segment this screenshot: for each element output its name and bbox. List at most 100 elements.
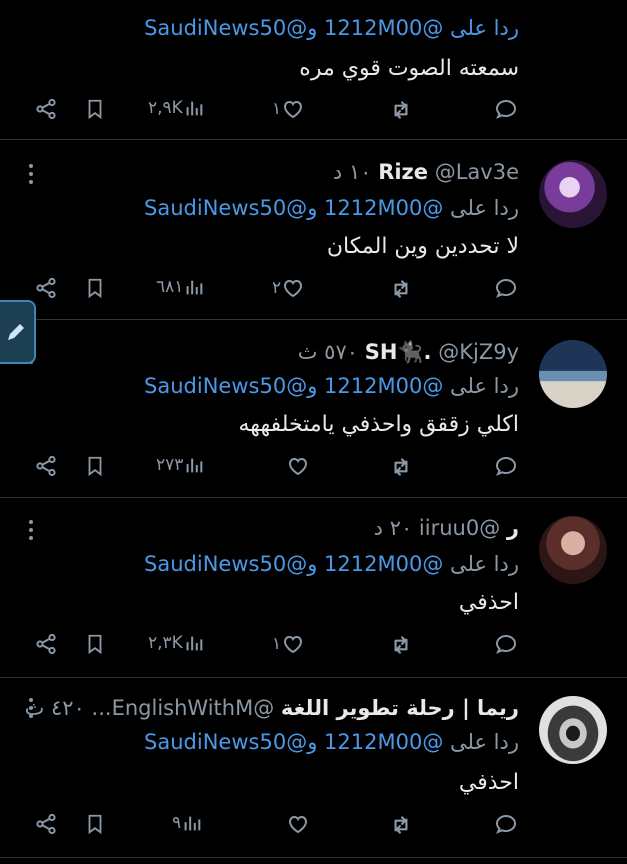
reply-prefix: ردا على — [450, 552, 519, 576]
timestamp[interactable]: ٥٧٠ ث — [298, 340, 358, 364]
share-icon — [34, 276, 58, 300]
mentions[interactable]: @1212M00 و@SaudiNews50 — [144, 374, 443, 398]
retweet-button[interactable] — [388, 812, 414, 838]
more-options-icon[interactable] — [28, 520, 34, 544]
tweet[interactable]: ريما | رحلة تطوير اللغة @EnglishWithM...… — [0, 678, 627, 858]
reply-line: ردا على @1212M00 و@SaudiNews50 — [144, 196, 519, 220]
retweet-button[interactable] — [388, 276, 414, 302]
timestamp[interactable]: ٢٠ د — [374, 516, 413, 540]
handle[interactable]: @KjZ9y — [438, 340, 519, 364]
display-name[interactable]: Rize — [378, 160, 428, 184]
tweet-header: Rize @Lav3e ١٠ د — [333, 160, 519, 184]
share-button[interactable] — [34, 632, 58, 656]
share-button[interactable] — [34, 97, 58, 121]
bookmark-button[interactable] — [84, 812, 106, 836]
heart-icon — [281, 632, 305, 656]
tweet-text: اكلي زققق واحذفي يامتخلفههه — [238, 412, 519, 437]
tweet-text: سمعته الصوت قوي مره — [299, 56, 519, 81]
mentions[interactable]: @1212M00 و@SaudiNews50 — [144, 552, 443, 576]
like-button[interactable]: ٢ — [272, 276, 305, 300]
tweet[interactable]: Rize @Lav3e ١٠ د ردا على @1212M00 و@Saud… — [0, 140, 627, 320]
reply-button[interactable] — [494, 97, 518, 121]
handle[interactable]: @EnglishWithM... — [92, 696, 275, 720]
tweet-text: احذفي — [458, 590, 519, 615]
reply-icon — [494, 812, 518, 836]
reply-button[interactable] — [494, 632, 518, 656]
retweet-icon — [388, 632, 414, 658]
avatar[interactable] — [539, 340, 607, 408]
like-button[interactable] — [286, 454, 310, 478]
share-icon — [34, 97, 58, 121]
avatar[interactable] — [539, 160, 607, 228]
mentions[interactable]: @1212M00 و@SaudiNews50 — [144, 730, 443, 754]
bookmark-icon — [84, 97, 106, 121]
tweet-text: لا تحددين وين المكان — [326, 234, 519, 259]
like-count: ٢ — [272, 278, 282, 298]
reply-button[interactable] — [494, 454, 518, 478]
share-icon — [34, 812, 58, 836]
reply-line: ردا على @1212M00 و@SaudiNews50 — [144, 552, 519, 576]
tweet[interactable]: SH🐈‍⬛. @KjZ9y ٥٧٠ ث ردا على @1212M00 و@S… — [0, 320, 627, 498]
reply-line: ردا على @1212M00 و@SaudiNews50 — [144, 730, 519, 754]
tweet[interactable]: ر @iiruu0 ٢٠ د ردا على @1212M00 و@SaudiN… — [0, 498, 627, 678]
timestamp[interactable]: ١٠ د — [333, 160, 372, 184]
heart-icon — [286, 454, 310, 478]
bookmark-icon — [84, 276, 106, 300]
like-count: ١ — [272, 634, 282, 654]
share-icon — [34, 632, 58, 656]
retweet-button[interactable] — [388, 632, 414, 658]
reply-icon — [494, 97, 518, 121]
tweet-header: ر @iiruu0 ٢٠ د — [374, 516, 519, 540]
views-count: ٢٧٣ — [156, 455, 184, 475]
tweet-top-partial[interactable]: ردا على @1212M00 و@SaudiNews50 سمعته الص… — [0, 0, 627, 140]
handle[interactable]: @iiruu0 — [419, 516, 500, 540]
reply-icon — [494, 276, 518, 300]
bookmark-button[interactable] — [84, 276, 106, 300]
bookmark-button[interactable] — [84, 454, 106, 478]
reply-button[interactable] — [494, 276, 518, 300]
more-options-icon[interactable] — [28, 164, 34, 188]
views-icon — [183, 632, 205, 654]
retweet-icon — [388, 97, 414, 123]
more-options-icon[interactable] — [28, 698, 34, 722]
retweet-icon — [388, 276, 414, 302]
floating-side-button[interactable] — [0, 300, 36, 364]
like-count: ١ — [272, 99, 282, 119]
display-name[interactable]: ر — [507, 516, 519, 540]
mentions[interactable]: @1212M00 و@SaudiNews50 — [144, 196, 443, 220]
retweet-button[interactable] — [388, 97, 414, 123]
reply-icon — [494, 632, 518, 656]
like-button[interactable] — [286, 812, 310, 836]
views-button[interactable]: ٦٨١ — [156, 276, 205, 298]
heart-icon — [281, 276, 305, 300]
views-button[interactable]: ٢,٩K — [148, 97, 205, 119]
share-icon — [34, 454, 58, 478]
bookmark-button[interactable] — [84, 632, 106, 656]
avatar[interactable] — [539, 516, 607, 584]
share-button[interactable] — [34, 276, 58, 300]
views-count: ٢,٣K — [148, 633, 183, 653]
bookmark-button[interactable] — [84, 97, 106, 121]
share-button[interactable] — [34, 812, 58, 836]
reply-icon — [494, 454, 518, 478]
handle[interactable]: @Lav3e — [435, 160, 519, 184]
retweet-icon — [388, 454, 414, 480]
views-count: ٦٨١ — [156, 277, 184, 297]
reply-button[interactable] — [494, 812, 518, 836]
views-button[interactable]: ٢,٣K — [148, 632, 205, 654]
share-button[interactable] — [34, 454, 58, 478]
reply-prefix: ردا على — [450, 730, 519, 754]
views-icon — [183, 276, 205, 298]
retweet-button[interactable] — [388, 454, 414, 480]
views-button[interactable]: ٢٧٣ — [156, 454, 205, 476]
views-icon — [183, 97, 205, 119]
display-name[interactable]: ريما | رحلة تطوير اللغة — [281, 696, 519, 720]
retweet-icon — [388, 812, 414, 838]
views-button[interactable]: ٩ — [172, 812, 203, 834]
tweet-header: SH🐈‍⬛. @KjZ9y ٥٧٠ ث — [298, 340, 519, 365]
display-name[interactable]: SH🐈‍⬛. — [365, 340, 432, 364]
like-button[interactable]: ١ — [272, 97, 305, 121]
like-button[interactable]: ١ — [272, 632, 305, 656]
avatar[interactable] — [539, 696, 607, 764]
bookmark-icon — [84, 632, 106, 656]
